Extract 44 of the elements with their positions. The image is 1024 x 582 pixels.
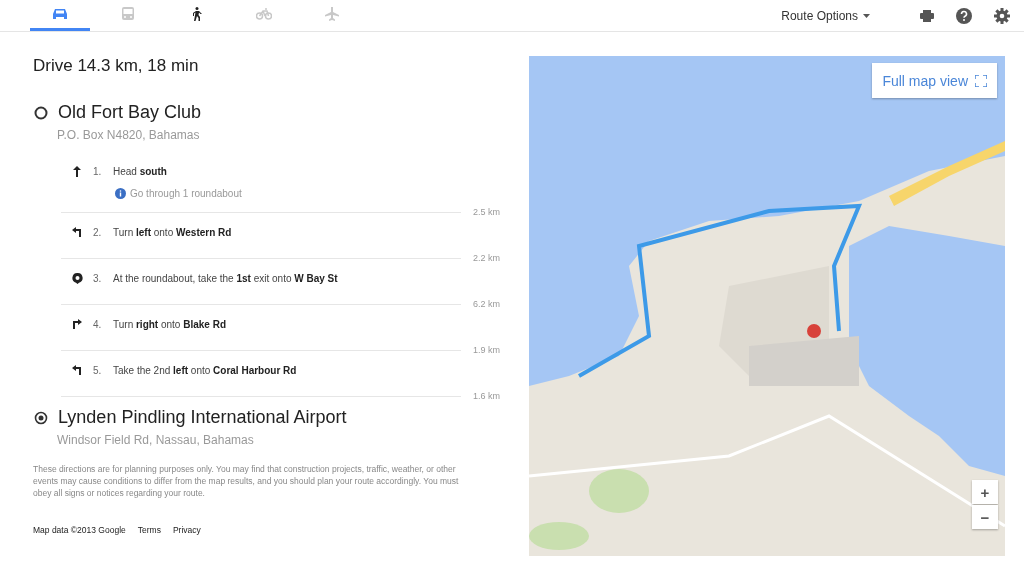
step-instruction: At the roundabout, take the 1st exit onto W Bay St bbox=[113, 272, 338, 284]
zoom-in-button[interactable]: + bbox=[972, 480, 998, 504]
caret-icon bbox=[863, 13, 870, 18]
straight-arrow-icon bbox=[73, 166, 81, 177]
disclaimer-text: These directions are for planning purposes only. You may find that construction projects, traffic, weather, or other events may cause conditions to differ from the map results, and you should plan your route accordingly. You must obey all signs or notices regarding your route. bbox=[33, 463, 460, 499]
route-options-button[interactable]: Route Options bbox=[775, 0, 876, 31]
step-distance: 1.9 km bbox=[472, 345, 500, 355]
step-distance: 6.2 km bbox=[472, 299, 500, 309]
step-distance: 1.6 km bbox=[472, 391, 500, 401]
route-summary: Drive 14.3 km, 18 min bbox=[33, 56, 200, 76]
step-distance: 2.2 km bbox=[472, 253, 500, 263]
bicycle-icon bbox=[256, 8, 272, 20]
origin-address: P.O. Box N4820, Bahamas bbox=[57, 128, 201, 142]
footer-link[interactable]: Terms bbox=[137, 525, 161, 535]
step-number: 5. bbox=[93, 364, 103, 376]
start-circle-icon bbox=[34, 105, 48, 120]
turn-right-icon bbox=[72, 319, 82, 329]
bus-icon bbox=[122, 7, 134, 21]
destination-name: Lynden Pindling International Airport bbox=[58, 407, 347, 428]
step-number: 3. bbox=[93, 272, 103, 284]
full-map-view-button[interactable]: Full map view bbox=[872, 63, 997, 98]
info-icon bbox=[115, 188, 126, 199]
step-note: Go through 1 roundabout bbox=[130, 188, 242, 199]
expand-icon bbox=[975, 74, 987, 87]
walking-person-icon bbox=[190, 7, 202, 21]
destination-target-icon bbox=[34, 410, 48, 425]
step-instruction: Turn left onto Western Rd bbox=[113, 226, 232, 238]
turn-left-icon bbox=[72, 365, 82, 375]
step-distance: 2.5 km bbox=[472, 207, 500, 217]
footer-link[interactable]: Map data ©2013 Google bbox=[33, 525, 126, 535]
zoom-out-button[interactable]: − bbox=[972, 505, 998, 529]
step-number: 4. bbox=[93, 318, 103, 330]
step-instruction: Turn right onto Blake Rd bbox=[113, 318, 226, 330]
destination-address: Windsor Field Rd, Nassau, Bahamas bbox=[57, 433, 255, 447]
airplane-icon bbox=[325, 7, 339, 21]
step-instruction: Take the 2nd left onto Coral Harbour Rd bbox=[113, 364, 297, 376]
car-icon bbox=[52, 8, 68, 20]
step-number: 1. bbox=[93, 165, 103, 177]
step-instruction: Head south bbox=[113, 165, 167, 177]
step-number: 2. bbox=[93, 226, 103, 238]
roundabout-icon bbox=[71, 273, 83, 284]
footer-link[interactable]: Privacy bbox=[172, 525, 201, 535]
origin-name: Old Fort Bay Club bbox=[58, 102, 202, 123]
turn-left-icon bbox=[72, 227, 82, 237]
